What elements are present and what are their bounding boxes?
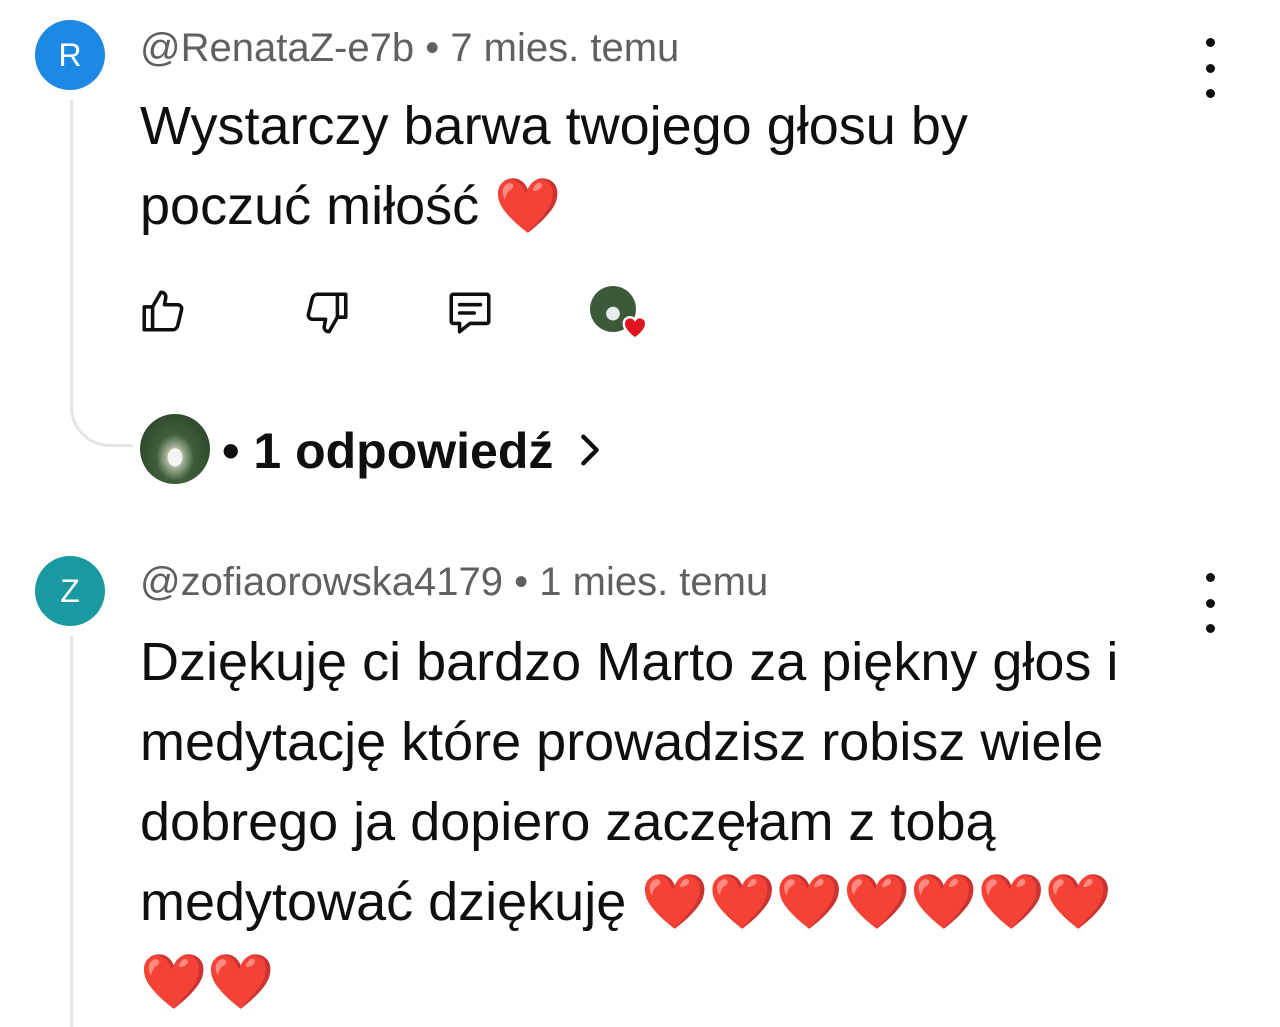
more-options-button[interactable] [1200, 573, 1220, 633]
thumb-down-icon [306, 292, 348, 334]
more-vertical-icon [1205, 573, 1215, 582]
creator-heart [590, 286, 650, 340]
heart-emoji: ❤️❤️ [140, 952, 275, 1012]
like-button[interactable] [138, 286, 188, 341]
thread-line [70, 100, 73, 362]
comment-icon [449, 292, 491, 334]
comment-text: Wystarczy barwa twojego głosu by poczuć … [140, 86, 968, 246]
comment-text-line: Wystarczy barwa twojego głosu by [140, 96, 968, 156]
chevron-right-icon [581, 434, 599, 466]
comment-text-line: poczuć miłość [140, 176, 480, 236]
dislike-button[interactable] [302, 288, 352, 343]
comment-meta: @zofiaorowska4179 • 1 mies. temu [140, 560, 769, 604]
reply-avatar [140, 414, 210, 484]
thread-line [70, 636, 73, 1027]
comment-text-line: Dziękuję ci bardzo Marto za piękny głos … [140, 632, 1119, 692]
avatar-letter: Z [60, 572, 80, 609]
replies-button[interactable]: • 1 odpowiedź [222, 418, 622, 482]
creator-heart-icon [622, 316, 648, 340]
avatar-letter: R [58, 36, 82, 73]
more-vertical-icon [1205, 38, 1215, 47]
thread-curve [70, 360, 133, 447]
comment-text: Dziękuję ci bardzo Marto za piękny głos … [140, 622, 1118, 1022]
avatar[interactable]: R [35, 20, 105, 90]
heart-emoji: ❤️❤️❤️❤️❤️❤️❤️ [641, 872, 1112, 932]
reply-button[interactable] [444, 288, 496, 343]
thumb-up-icon [142, 290, 184, 332]
comment-text-line: medytować dziękuję [140, 872, 627, 932]
comment-meta: @RenataZ-e7b • 7 mies. temu [140, 26, 680, 70]
comment-text-line: dobrego ja dopiero zaczęłam z tobą [140, 792, 996, 852]
comment-text-line: medytację które prowadzisz robisz wiele [140, 712, 1104, 772]
replies-count: • 1 odpowiedź [222, 423, 554, 479]
heart-emoji: ❤️ [494, 176, 562, 236]
avatar[interactable]: Z [35, 556, 105, 626]
more-options-button[interactable] [1200, 38, 1220, 98]
